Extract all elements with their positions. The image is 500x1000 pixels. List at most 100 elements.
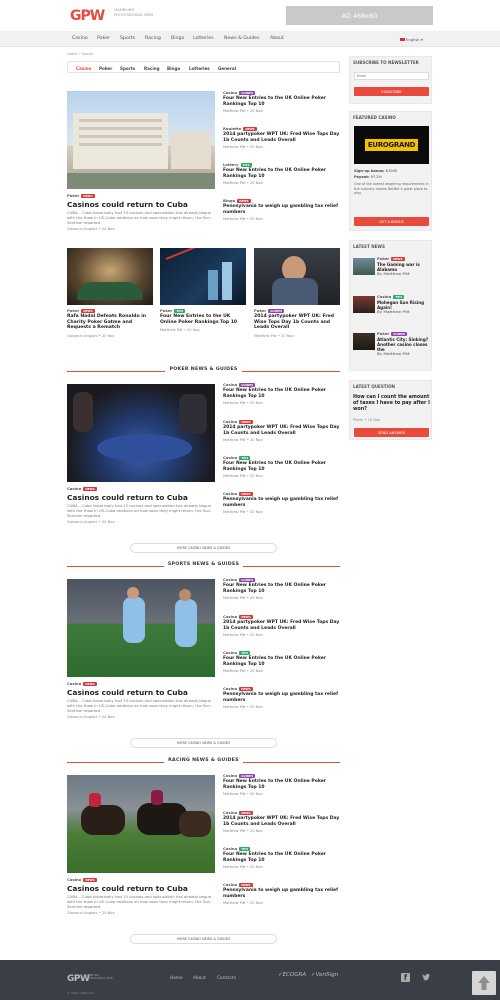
section-main-article[interactable]: Casino NEWS Casinos could return to Cuba … xyxy=(67,486,215,524)
row-article[interactable]: Poker TIPS Four New Entries to the UK Onl… xyxy=(160,308,246,332)
article-title[interactable]: Casinos could return to Cuba xyxy=(67,884,215,893)
tab-lotteries[interactable]: Lotteries xyxy=(189,66,210,71)
question-text[interactable]: How can I count the amount of taxes I ha… xyxy=(353,395,430,413)
nav-item-poker[interactable]: Poker xyxy=(97,36,110,41)
news-thumbnail[interactable] xyxy=(353,333,375,350)
side-article[interactable]: Casino GUIDES Four New Entries to the UK … xyxy=(223,90,340,113)
article-title[interactable]: Four New Entries to the UK Online Poker … xyxy=(223,852,340,863)
side-article[interactable]: Casino TIPS Four New Entries to the UK On… xyxy=(223,846,340,869)
chevron-down-icon: ▾ xyxy=(420,36,423,42)
newsletter-widget: SUBSCRIBE TO NEWSLETTER SUBSCRIBE xyxy=(349,56,432,104)
subscribe-button[interactable]: SUBSCRIBE xyxy=(354,87,429,96)
side-article[interactable]: Casino TIPS Four New Entries to the UK On… xyxy=(223,455,340,478)
more-news-button[interactable]: MORE CASINO NEWS & GUIDES xyxy=(130,543,277,553)
news-thumbnail[interactable] xyxy=(353,258,375,275)
latest-news-item[interactable]: Poker NEWS The Gaming war is Alabama By M… xyxy=(377,256,431,276)
breadcrumb[interactable]: Home › Sports xyxy=(67,52,93,56)
footer-link-home[interactable]: Home xyxy=(170,976,183,981)
article-title[interactable]: 2014 partypoker WPT UK: Fred Wise Tops D… xyxy=(223,425,340,436)
article-title[interactable]: Pennsylvania to weigh up gambling tax re… xyxy=(223,204,340,215)
article-title[interactable]: Four New Entries to the UK Online Poker … xyxy=(223,583,340,594)
article-title[interactable]: Four New Entries to the UK Online Poker … xyxy=(223,96,340,107)
article-title[interactable]: Four New Entries to the UK Online Poker … xyxy=(223,388,340,399)
nav-item-news-guides[interactable]: News & Guides xyxy=(224,36,260,41)
side-article[interactable]: Casino NEWS Pennsylvania to weigh up gamb… xyxy=(223,686,340,709)
tab-bingo[interactable]: Bingo xyxy=(167,66,180,71)
poker-rankings-photo[interactable] xyxy=(160,248,246,305)
more-news-button[interactable]: MORE CASINO NEWS & GUIDES xyxy=(130,738,277,748)
facebook-icon[interactable]: f xyxy=(401,973,410,982)
row-article[interactable]: Poker NEWS Rafa Nadal Defeats Ronaldo in … xyxy=(67,308,153,338)
side-article[interactable]: Casino GUIDES Four New Entries to the UK … xyxy=(223,773,340,796)
more-news-button[interactable]: MORE CASINO NEWS & GUIDES xyxy=(130,934,277,944)
language-selector[interactable]: English ▾ xyxy=(400,37,423,42)
poker-players-photo[interactable] xyxy=(67,248,153,305)
article-title[interactable]: Four New Entries to the UK Online Poker … xyxy=(223,461,340,472)
article-title[interactable]: Pennsylvania to weigh up gambling tax re… xyxy=(223,497,340,508)
article-title[interactable]: Four New Entries to the UK Online Poker … xyxy=(160,314,246,325)
get-bonus-button[interactable]: GET A BONUS xyxy=(354,217,429,226)
tab-racing[interactable]: Racing xyxy=(144,66,160,71)
article-title[interactable]: 2014 partypoker WPT UK: Fred Wise Tops D… xyxy=(254,314,340,331)
section-main-article[interactable]: Casino NEWS Casinos could return to Cuba … xyxy=(67,877,215,915)
article-title[interactable]: 2014 partypoker WPT UK: Fred Wise Tops D… xyxy=(223,816,340,827)
article-title[interactable]: Casinos could return to Cuba xyxy=(67,493,215,502)
side-article[interactable]: Casino TIPS Four New Entries to the UK On… xyxy=(223,650,340,673)
article-title[interactable]: Four New Entries to the UK Online Poker … xyxy=(223,779,340,790)
side-article[interactable]: Roulette NEWS 2014 partypoker WPT UK: Fre… xyxy=(223,126,340,149)
football-photo[interactable] xyxy=(67,579,215,677)
email-field[interactable] xyxy=(354,72,429,80)
nav-item-racing[interactable]: Racing xyxy=(145,36,161,41)
article-title[interactable]: Four New Entries to the UK Online Poker … xyxy=(223,656,340,667)
nav-item-lotteries[interactable]: Lotteries xyxy=(193,36,214,41)
article-title[interactable]: Rafa Nadal Defeats Ronaldo in Charity Po… xyxy=(67,314,153,331)
twitter-icon[interactable] xyxy=(422,973,431,982)
article-title[interactable]: Pennsylvania to weigh up gambling tax re… xyxy=(223,888,340,899)
side-article[interactable]: Casino NEWS 2014 partypoker WPT UK: Fred … xyxy=(223,810,340,833)
article-title[interactable]: The Gaming war is Alabama xyxy=(377,262,431,272)
article-title[interactable]: 2014 partypoker WPT UK: Fred Wise Tops D… xyxy=(223,132,340,143)
site-logo[interactable]: GPW xyxy=(70,8,105,24)
latest-news-item[interactable]: Poker GUIDES Atlantic City: Sinking? Anot… xyxy=(377,331,431,356)
article-title[interactable]: Atlantic City: Sinking? Another casino c… xyxy=(377,337,431,352)
article-title[interactable]: 2014 partypoker WPT UK: Fred Wise Tops D… xyxy=(223,620,340,631)
section-main-article[interactable]: Casino NEWS Casinos could return to Cuba … xyxy=(67,681,215,719)
side-article[interactable]: Casino GUIDES Four New Entries to the UK … xyxy=(223,577,340,600)
tab-sports[interactable]: Sports xyxy=(120,66,135,71)
tab-general[interactable]: General xyxy=(218,66,236,71)
nav-item-casino[interactable]: Casino xyxy=(72,36,88,41)
news-thumbnail[interactable] xyxy=(353,296,375,313)
article-title[interactable]: Casinos could return to Cuba xyxy=(67,200,215,209)
tab-poker[interactable]: Poker xyxy=(99,66,112,71)
horse-racing-photo[interactable] xyxy=(67,775,215,873)
article-title[interactable]: Pennsylvania to weigh up gambling tax re… xyxy=(223,692,340,703)
nav-item-about[interactable]: About xyxy=(270,36,284,41)
side-article[interactable]: Casino NEWS 2014 partypoker WPT UK: Fred … xyxy=(223,614,340,637)
casino-building-photo[interactable] xyxy=(67,91,215,189)
side-article[interactable]: Lottery TIPS Four New Entries to the UK O… xyxy=(223,162,340,185)
article-title[interactable]: Casinos could return to Cuba xyxy=(67,688,215,697)
side-article[interactable]: Bingo NEWS Pennsylvania to weigh up gambl… xyxy=(223,198,340,221)
casino-logo[interactable]: EUROGRAND xyxy=(354,126,429,164)
side-article[interactable]: Casino NEWS Pennsylvania to weigh up gamb… xyxy=(223,491,340,514)
poker-table-photo[interactable] xyxy=(67,384,215,482)
poker-player-photo[interactable] xyxy=(254,248,340,305)
article-meta: Matthew Pitt • 20 Nov xyxy=(223,829,263,834)
top-main-article[interactable]: Poker NEWS Casinos could return to Cuba C… xyxy=(67,193,215,231)
latest-question-widget: LATEST QUESTION How can I count the amou… xyxy=(349,380,432,440)
footer-link-about[interactable]: About xyxy=(193,976,206,981)
nav-item-bingo[interactable]: Bingo xyxy=(171,36,184,41)
article-title[interactable]: Four New Entries to the UK Online Poker … xyxy=(223,168,340,179)
side-article[interactable]: Casino NEWS Pennsylvania to weigh up gamb… xyxy=(223,882,340,905)
side-article[interactable]: Casino NEWS 2014 partypoker WPT UK: Fred … xyxy=(223,419,340,442)
ad-banner[interactable]: AD 468x60 xyxy=(286,6,433,25)
nav-item-sports[interactable]: Sports xyxy=(120,36,135,41)
latest-news-item[interactable]: Casino TIPS Mohegan Sun Rising Again! By … xyxy=(377,294,431,314)
scroll-to-top-button[interactable] xyxy=(472,971,496,995)
tab-casino[interactable]: Casino xyxy=(76,66,91,71)
row-article[interactable]: Poker GUIDES 2014 partypoker WPT UK: Fred… xyxy=(254,308,340,338)
side-article[interactable]: Casino GUIDES Four New Entries to the UK … xyxy=(223,382,340,405)
article-title[interactable]: Mohegan Sun Rising Again! xyxy=(377,300,431,310)
footer-link-contacts[interactable]: Contacts xyxy=(217,976,236,981)
send-answer-button[interactable]: SEND ANSWER xyxy=(354,428,429,437)
